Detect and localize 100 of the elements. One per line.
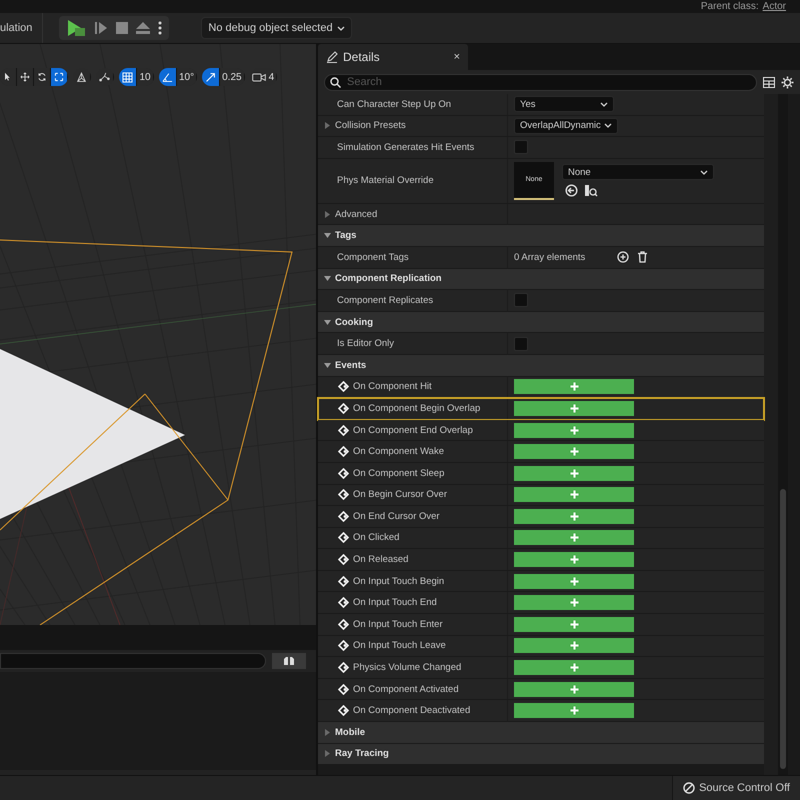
scale-snap-value[interactable]: 0.25 [220,68,245,86]
parent-class-link[interactable]: Actor [762,1,786,13]
collapse-caret-icon[interactable] [324,232,331,240]
property-label[interactable]: Advanced [335,208,378,220]
binoculars-icon[interactable] [272,653,306,669]
add-event-button[interactable] [514,682,634,697]
event-row[interactable]: On Clicked [318,528,764,550]
find-field[interactable] [0,653,266,669]
plus-icon [570,512,578,521]
add-event-button[interactable] [514,422,634,438]
event-diamond-icon [338,424,349,436]
trash-icon[interactable] [637,251,648,264]
event-label: On Component Activated [353,684,459,695]
event-row[interactable]: On Component Sleep [318,462,764,484]
plus-icon [570,706,578,716]
parent-class-label: Parent class: [700,1,759,13]
dropdown[interactable]: None [562,164,714,180]
mode-label[interactable]: ulation [0,13,44,43]
event-row[interactable]: On Component Activated [318,678,764,700]
add-event-button[interactable] [514,466,634,481]
collapse-caret-icon[interactable] [324,362,331,369]
add-event-button[interactable] [514,660,634,676]
add-event-button[interactable] [514,379,634,394]
event-label: On Clicked [353,532,400,544]
section-header[interactable]: Mobile [335,726,366,738]
scrollbar-thumb[interactable] [780,489,786,769]
event-row[interactable]: On Component Wake [318,441,764,463]
table-view-icon[interactable] [763,76,775,88]
section-header[interactable]: Component Replication [335,273,442,284]
grid-snap-icon[interactable] [119,68,137,86]
event-row[interactable]: On Input Touch End [318,592,764,614]
add-event-button[interactable] [514,400,634,416]
event-row[interactable]: On End Cursor Over [318,506,764,528]
add-icon[interactable] [617,251,630,264]
angle-snap-icon[interactable] [159,68,177,86]
plus-icon [570,620,578,629]
scale-tool-icon[interactable] [51,68,68,86]
checkbox[interactable] [514,336,528,351]
plus-icon [570,663,578,672]
plus-icon [570,641,578,650]
event-row[interactable]: On Begin Cursor Over [318,484,764,506]
property-label: Is Editor Only [337,338,394,350]
event-row[interactable]: On Component Deactivated [318,700,764,722]
add-event-button[interactable] [514,703,634,718]
section-header[interactable]: Events [335,360,366,371]
event-row[interactable]: On Component End Overlap [318,420,764,442]
settings-icon[interactable] [781,76,794,88]
section-header[interactable]: Cooking [335,316,373,328]
event-row[interactable]: Physics Volume Changed [318,657,764,679]
plus-icon [570,490,578,500]
checkbox[interactable] [514,140,528,154]
browse-folder-icon[interactable] [584,184,598,198]
event-row[interactable]: On Input Touch Enter [318,614,764,636]
checkbox[interactable] [514,293,528,308]
event-row[interactable]: On Component Hit [318,376,764,398]
section-header[interactable]: Ray Tracing [335,748,389,760]
plus-icon [570,555,578,564]
add-event-button[interactable] [514,638,634,654]
expand-caret-icon[interactable] [324,210,331,218]
event-label: On Input Touch Enter [353,618,443,630]
expand-caret-icon[interactable] [324,728,331,736]
array-count: 0 Array elements [514,252,586,263]
event-row[interactable]: On Input Touch Leave [318,636,764,658]
event-diamond-icon [338,597,349,608]
add-event-button[interactable] [514,487,634,502]
section-header[interactable]: Tags [335,230,356,242]
use-selected-icon[interactable] [565,184,578,198]
close-icon[interactable]: × [454,51,460,63]
angle-snap-value[interactable]: 10° [177,68,198,86]
details-tab[interactable]: Details × [318,44,468,70]
expand-caret-icon[interactable] [324,122,331,130]
chevron-down-icon [604,123,612,128]
event-row[interactable]: On Input Touch Begin [318,570,764,592]
event-label: On Begin Cursor Over [353,489,447,500]
property-label: Can Character Step Up On [337,98,452,110]
add-event-button[interactable] [514,508,634,524]
event-label: On Component Deactivated [353,705,470,716]
collapse-caret-icon[interactable] [324,275,331,282]
add-event-button[interactable] [514,552,634,568]
event-row[interactable]: On Component Begin Overlap [318,398,764,420]
grid-snap-value[interactable]: 10 [137,68,154,86]
dropdown[interactable]: OverlapAllDynamic [514,118,618,134]
scale-snap-icon[interactable] [202,68,220,86]
add-event-button[interactable] [514,444,634,460]
add-event-button[interactable] [514,595,634,610]
event-diamond-icon [338,468,349,479]
add-event-button[interactable] [514,574,634,589]
event-label: On Input Touch Begin [353,576,444,587]
add-event-button[interactable] [514,616,634,632]
search-field[interactable]: Search [324,74,757,90]
pencil-icon [326,51,338,63]
dropdown[interactable]: Yes [514,96,614,112]
search-icon [330,76,341,88]
collapse-caret-icon[interactable] [324,318,331,326]
plus-icon [570,447,578,456]
debug-object-dropdown[interactable]: No debug object selected [201,17,352,39]
camera-speed-button[interactable]: 4 [250,68,278,86]
event-row[interactable]: On Released [318,549,764,571]
add-event-button[interactable] [514,530,634,546]
expand-caret-icon[interactable] [324,750,331,758]
